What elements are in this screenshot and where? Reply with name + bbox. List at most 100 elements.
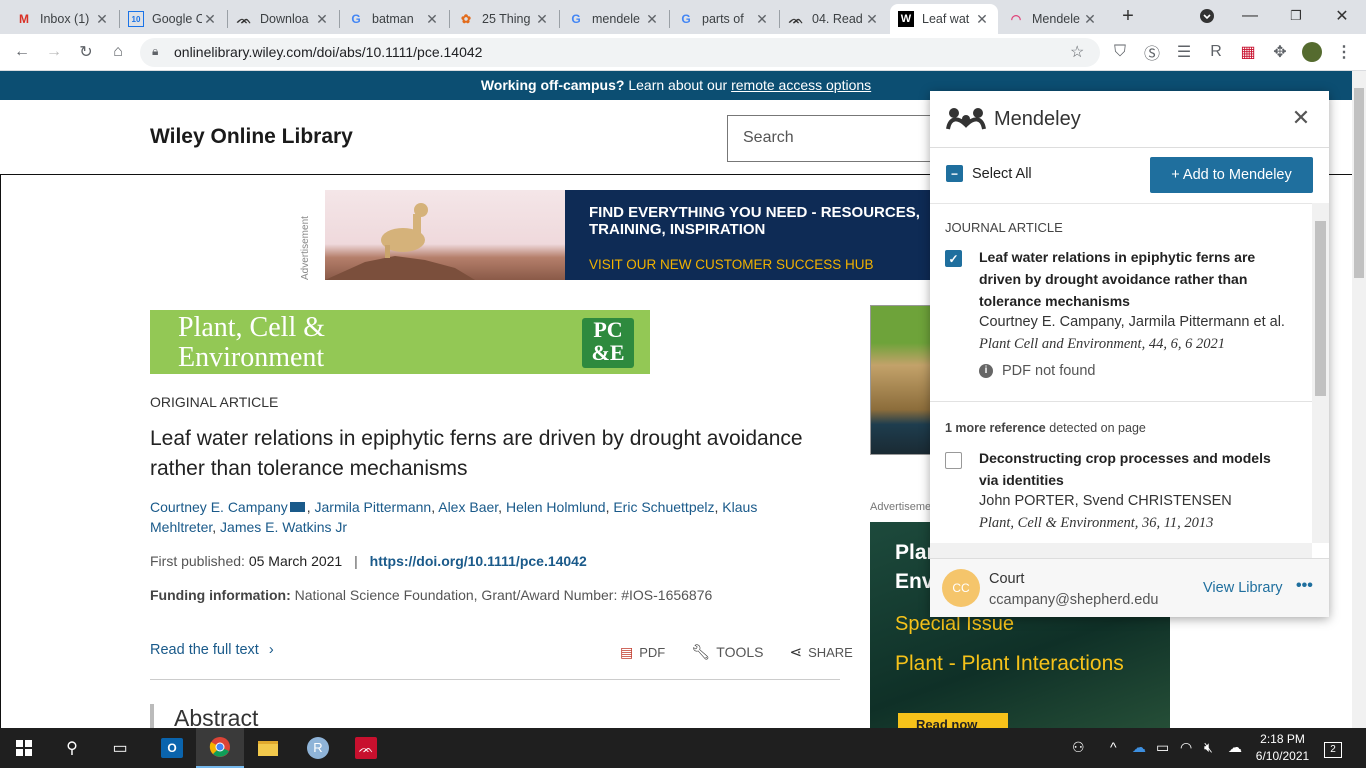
r-extension-icon[interactable]: R	[1206, 42, 1226, 62]
volume-muted-icon[interactable]: 🔇︎	[1204, 739, 1213, 756]
ad-link[interactable]: VISIT OUR NEW CUSTOMER SUCCESS HUB	[589, 257, 874, 272]
browser-tab-parts-of[interactable]: G parts of ✕	[670, 4, 778, 34]
reference-list-horizontal-scrollbar[interactable]	[930, 543, 1312, 558]
tools-label: TOOLS	[716, 644, 764, 660]
reading-list-icon[interactable]: ☰	[1174, 42, 1194, 62]
browser-tab-downloads[interactable]: ᨏ Downloa ✕	[228, 4, 338, 34]
author-link[interactable]: Eric Schuettpelz	[613, 499, 714, 515]
close-icon[interactable]: ✕	[94, 11, 110, 28]
extensions-puzzle-icon[interactable]: ✥	[1270, 42, 1290, 62]
site-title[interactable]: Wiley Online Library	[150, 125, 353, 149]
add-to-mendeley-button[interactable]: + Add to Mendeley	[1150, 157, 1313, 193]
close-icon[interactable]: ✕	[1290, 105, 1312, 131]
search-icon[interactable]: ⚲	[48, 728, 96, 768]
window-close-icon[interactable]: ✕	[1332, 6, 1352, 26]
author-link[interactable]: Alex Baer	[438, 499, 498, 515]
browser-tab-04-read[interactable]: ᨏ 04. Read ✕	[780, 4, 888, 34]
top-advertisement[interactable]: FIND EVERYTHING YOU NEED - RESOURCES, TR…	[325, 190, 935, 280]
close-icon[interactable]: ✕	[534, 11, 550, 28]
skype-extension-icon[interactable]: Ⓢ	[1142, 42, 1162, 63]
close-icon[interactable]: ✕	[974, 11, 990, 28]
email-icon[interactable]	[289, 502, 305, 512]
reference-checkbox[interactable]: ✓	[945, 250, 962, 267]
close-icon[interactable]: ✕	[1082, 11, 1098, 28]
address-bar[interactable]: 🔒︎ onlinelibrary.wiley.com/doi/abs/10.11…	[140, 38, 1100, 67]
google-icon: G	[571, 12, 581, 26]
system-clock[interactable]: 2:18 PM 6/10/2021	[1250, 731, 1315, 765]
user-info: Court ccampany@shepherd.edu	[989, 569, 1159, 611]
reference-title: Deconstructing crop processes and models…	[979, 450, 1271, 488]
author-link[interactable]: Helen Holmlund	[506, 499, 606, 515]
author-link[interactable]: Courtney E. Campany	[150, 499, 288, 515]
tab-label: parts of	[702, 12, 744, 26]
site-search-input[interactable]: Search	[727, 115, 947, 162]
cloud-sync-icon[interactable]: ☁	[1228, 739, 1242, 756]
reference-list-scrollbar-thumb[interactable]	[1315, 221, 1326, 396]
profile-avatar-icon[interactable]	[1302, 42, 1322, 62]
notification-center-icon[interactable]: 2	[1324, 739, 1342, 758]
close-icon[interactable]: ✕	[202, 11, 218, 28]
section-label: JOURNAL ARTICLE	[945, 220, 1063, 235]
bookmark-star-icon[interactable]: ☆	[1070, 42, 1084, 62]
onedrive-icon[interactable]: ☁	[1132, 739, 1146, 756]
close-icon[interactable]: ✕	[314, 11, 330, 28]
author-link[interactable]: Jarmila Pittermann	[315, 499, 432, 515]
browser-tab-calendar[interactable]: 10 Google C ✕	[120, 4, 226, 34]
tab-search-icon[interactable]	[1197, 6, 1217, 26]
task-view-icon[interactable]: ▭	[96, 728, 144, 768]
pdf-button[interactable]: ▤ PDF	[620, 643, 665, 661]
restore-icon[interactable]: ❐	[1286, 6, 1306, 26]
outlook-icon[interactable]: O	[148, 728, 196, 768]
tools-button[interactable]: 🔧︎ TOOLS	[691, 643, 763, 661]
share-button[interactable]: ⋖ SHARE	[789, 643, 852, 661]
new-tab-icon[interactable]: +	[1118, 5, 1138, 27]
battery-icon[interactable]: ▭	[1156, 739, 1169, 756]
forward-icon[interactable]: →	[44, 42, 64, 62]
reference-checkbox[interactable]	[945, 452, 962, 469]
browser-tab-batman[interactable]: G batman ✕	[340, 4, 448, 34]
browser-tab-mendeley-search[interactable]: G mendele ✕	[560, 4, 668, 34]
advertisement-label: Advertisement	[300, 216, 311, 280]
browser-tab-leaf-water[interactable]: W Leaf wat ✕	[890, 4, 998, 34]
browser-tab-strip: M Inbox (1) ✕ 10 Google C ✕ ᨏ Downloa ✕ …	[0, 0, 1366, 34]
back-icon[interactable]: ←	[12, 42, 32, 62]
show-hidden-icons-icon[interactable]: ^	[1110, 739, 1117, 755]
close-icon[interactable]: ✕	[644, 11, 660, 28]
home-icon[interactable]: ⌂	[108, 42, 128, 62]
select-all-checkbox[interactable]: − Select All	[946, 165, 1032, 182]
chrome-icon[interactable]	[196, 728, 244, 768]
abstract-accent-bar	[150, 704, 154, 728]
browser-tab-gmail[interactable]: M Inbox (1) ✕	[8, 4, 118, 34]
mendeley-app-icon[interactable]: ᨏ	[342, 728, 390, 768]
tab-label: Inbox (1)	[40, 12, 90, 26]
wifi-icon[interactable]: ◠	[1180, 739, 1192, 756]
people-icon[interactable]: ⚇	[1072, 739, 1085, 756]
close-icon[interactable]: ✕	[424, 11, 440, 28]
journal-banner[interactable]: Plant, Cell & Environment PC &E	[150, 310, 650, 374]
more-options-icon[interactable]: •••	[1296, 577, 1313, 595]
chevron-right-icon: ›	[268, 642, 274, 658]
journal-cover-image[interactable]	[870, 305, 932, 455]
browser-tab-mendeley[interactable]: ◠ Mendele ✕	[1000, 4, 1106, 34]
remote-access-link[interactable]: remote access options	[731, 77, 871, 93]
mendeley-extension-icon[interactable]: ▦	[1238, 42, 1258, 62]
file-explorer-icon[interactable]	[244, 728, 292, 768]
close-icon[interactable]: ✕	[754, 11, 770, 28]
funding-label: Funding information:	[150, 587, 291, 603]
shield-extension-icon[interactable]: ⛉	[1110, 42, 1130, 62]
page-scrollbar-thumb[interactable]	[1354, 88, 1364, 278]
read-full-text-link[interactable]: Read the full text ›	[150, 642, 274, 658]
browser-menu-icon[interactable]: ⋮	[1334, 42, 1354, 62]
indeterminate-checkbox-icon: −	[946, 165, 963, 182]
view-library-link[interactable]: View Library	[1203, 580, 1283, 596]
doi-link[interactable]: https://doi.org/10.1111/pce.14042	[370, 553, 587, 569]
r-app-icon[interactable]: R	[294, 728, 342, 768]
minimize-icon[interactable]: —	[1240, 6, 1260, 26]
author-link[interactable]: James E. Watkins Jr	[220, 519, 347, 535]
windows-start-icon[interactable]	[0, 728, 48, 768]
reload-icon[interactable]: ↻	[76, 42, 96, 62]
browser-tab-25-things[interactable]: ✿ 25 Thing ✕	[450, 4, 558, 34]
close-icon[interactable]: ✕	[864, 11, 880, 28]
butterfly-icon: ✿	[460, 12, 472, 26]
banner-text: Learn about our	[624, 77, 732, 93]
